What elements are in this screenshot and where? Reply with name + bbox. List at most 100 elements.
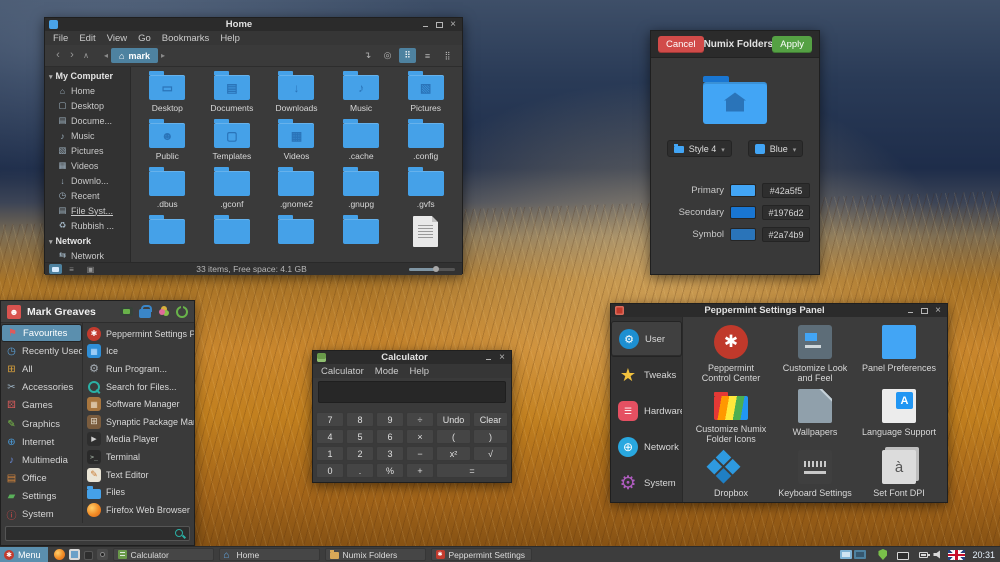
- menu-category-accessories[interactable]: ✂Accessories: [1, 379, 82, 397]
- settings-sidebar-system[interactable]: System: [611, 465, 682, 501]
- file-item-pictures[interactable]: Pictures: [393, 69, 458, 117]
- zoom-slider[interactable]: [409, 268, 455, 271]
- menu-app-text-editor[interactable]: Text Editor: [83, 466, 194, 484]
- file-item[interactable]: [135, 213, 200, 261]
- screenshot-icon[interactable]: [97, 549, 108, 560]
- sidebar-item-music[interactable]: Music: [45, 128, 130, 143]
- calc-key-open-paren[interactable]: (: [436, 429, 471, 444]
- calc-key-0[interactable]: 0: [316, 463, 344, 478]
- list-view-button[interactable]: [419, 48, 436, 63]
- fm-menu-go[interactable]: Go: [138, 33, 151, 44]
- settings-sidebar-tweaks[interactable]: Tweaks: [611, 357, 682, 393]
- menu-app-software-manager[interactable]: Software Manager: [83, 395, 194, 413]
- menu-category-graphics[interactable]: ✎Graphics: [1, 415, 82, 433]
- calc-key-3[interactable]: 3: [376, 446, 404, 461]
- fm-menu-help[interactable]: Help: [220, 33, 240, 44]
- sidebar-item-desktop[interactable]: Desktop: [45, 98, 130, 113]
- volume-icon[interactable]: [933, 550, 943, 559]
- menu-app-files[interactable]: Files: [83, 483, 194, 501]
- menu-app-search-for-files[interactable]: Search for Files...: [83, 378, 194, 396]
- file-item-templates[interactable]: Templates: [200, 117, 265, 165]
- calc-key-9[interactable]: 9: [376, 412, 404, 427]
- fm-menu-edit[interactable]: Edit: [79, 33, 95, 44]
- settings-tile-dropbox[interactable]: Dropbox: [693, 448, 769, 500]
- secondary-color-swatch[interactable]: [730, 206, 756, 219]
- sidebar-section-network[interactable]: Network: [45, 233, 130, 248]
- lock-screen-icon[interactable]: [139, 309, 151, 318]
- sidebar-item-home[interactable]: Home: [45, 83, 130, 98]
- menu-category-games[interactable]: ⚄Games: [1, 397, 82, 415]
- file-item-music[interactable]: Music: [329, 69, 394, 117]
- calc-key-7[interactable]: 7: [316, 412, 344, 427]
- minimize-icon[interactable]: [483, 353, 493, 363]
- back-icon[interactable]: [51, 50, 65, 61]
- menu-app-peppermint-settings-panel[interactable]: Peppermint Settings Panel: [83, 325, 194, 343]
- calc-titlebar[interactable]: Calculator: [313, 351, 511, 364]
- menu-app-run-program[interactable]: Run Program...: [83, 360, 194, 378]
- settings-sidebar-user[interactable]: User: [611, 321, 682, 357]
- sidebar-item-file-syst[interactable]: File Syst...: [45, 203, 130, 218]
- file-item-desktop[interactable]: Desktop: [135, 69, 200, 117]
- calc-key-close-paren[interactable]: ): [473, 429, 508, 444]
- update-shield-icon[interactable]: [878, 549, 887, 560]
- session-settings-icon[interactable]: [120, 307, 133, 316]
- calc-key-clear[interactable]: Clear: [473, 412, 508, 427]
- file-item-gconf[interactable]: .gconf: [200, 165, 265, 213]
- close-icon[interactable]: [448, 20, 458, 30]
- workspace-2[interactable]: [854, 550, 866, 559]
- sidebar-item-downlo[interactable]: Downlo...: [45, 173, 130, 188]
- maximize-icon[interactable]: [919, 306, 929, 316]
- calc-key-4[interactable]: 4: [316, 429, 344, 444]
- locate-icon[interactable]: [379, 48, 396, 63]
- file-manager-icon[interactable]: [69, 549, 80, 560]
- menu-app-synaptic-package-manager[interactable]: Synaptic Package Manager: [83, 413, 194, 431]
- settings-sidebar-network[interactable]: Network: [611, 429, 682, 465]
- settings-tile-language-support[interactable]: Language Support: [861, 387, 937, 446]
- primary-color-swatch[interactable]: [730, 184, 756, 197]
- fm-menu-view[interactable]: View: [107, 33, 127, 44]
- symbol-color-swatch[interactable]: [730, 228, 756, 241]
- settings-tile-peppermint-control-center[interactable]: Peppermint Control Center: [693, 323, 769, 385]
- menu-app-ice[interactable]: Ice: [83, 343, 194, 361]
- minimize-icon[interactable]: [905, 306, 915, 316]
- calc-key-2[interactable]: 2: [346, 446, 374, 461]
- calc-key-square[interactable]: x²: [436, 446, 471, 461]
- calc-key-5[interactable]: 5: [346, 429, 374, 444]
- calc-key-1[interactable]: 1: [316, 446, 344, 461]
- menu-category-favourites[interactable]: ⚑Favourites: [1, 324, 82, 342]
- up-icon[interactable]: [79, 50, 93, 61]
- settings-tile-set-font-dpi[interactable]: Set Font DPI: [861, 448, 937, 500]
- file-item-documents[interactable]: Documents: [200, 69, 265, 117]
- workspace-1[interactable]: [840, 550, 852, 559]
- file-item-downloads[interactable]: Downloads: [264, 69, 329, 117]
- logout-icon[interactable]: [176, 306, 188, 318]
- calc-key-percent[interactable]: %: [376, 463, 404, 478]
- icon-view-button[interactable]: [399, 48, 416, 63]
- firefox-icon[interactable]: [54, 549, 65, 560]
- secondary-hex-field[interactable]: #1976d2: [762, 205, 810, 220]
- file-item-dbus[interactable]: .dbus: [135, 165, 200, 213]
- file-item-gvfs[interactable]: .gvfs: [393, 165, 458, 213]
- menu-app-firefox-web-browser[interactable]: Firefox Web Browser: [83, 501, 194, 519]
- breadcrumb-home-tab[interactable]: mark: [111, 48, 158, 63]
- calc-menu-calculator[interactable]: Calculator: [321, 366, 364, 377]
- battery-icon[interactable]: [919, 552, 928, 558]
- notifications-icon[interactable]: [157, 305, 170, 318]
- sidebar-item-pictures[interactable]: Pictures: [45, 143, 130, 158]
- side-pane-history-button[interactable]: [81, 264, 94, 274]
- fm-titlebar[interactable]: Home: [45, 18, 462, 31]
- menu-app-terminal[interactable]: Terminal: [83, 448, 194, 466]
- settings-titlebar[interactable]: Peppermint Settings Panel: [611, 304, 947, 317]
- taskbar-task-peppermint-settings-p[interactable]: Peppermint Settings P...: [431, 548, 532, 561]
- fm-menu-file[interactable]: File: [53, 33, 68, 44]
- calc-menu-mode[interactable]: Mode: [375, 366, 399, 377]
- file-item-videos[interactable]: Videos: [264, 117, 329, 165]
- calc-key-dot[interactable]: .: [346, 463, 374, 478]
- menu-category-system[interactable]: ⓘSystem: [1, 506, 82, 523]
- calc-key-undo[interactable]: Undo: [436, 412, 471, 427]
- forward-icon[interactable]: [65, 50, 79, 61]
- menu-category-multimedia[interactable]: ♪Multimedia: [1, 451, 82, 469]
- calc-key-6[interactable]: 6: [376, 429, 404, 444]
- close-icon[interactable]: [933, 306, 943, 316]
- maximize-icon[interactable]: [434, 20, 444, 30]
